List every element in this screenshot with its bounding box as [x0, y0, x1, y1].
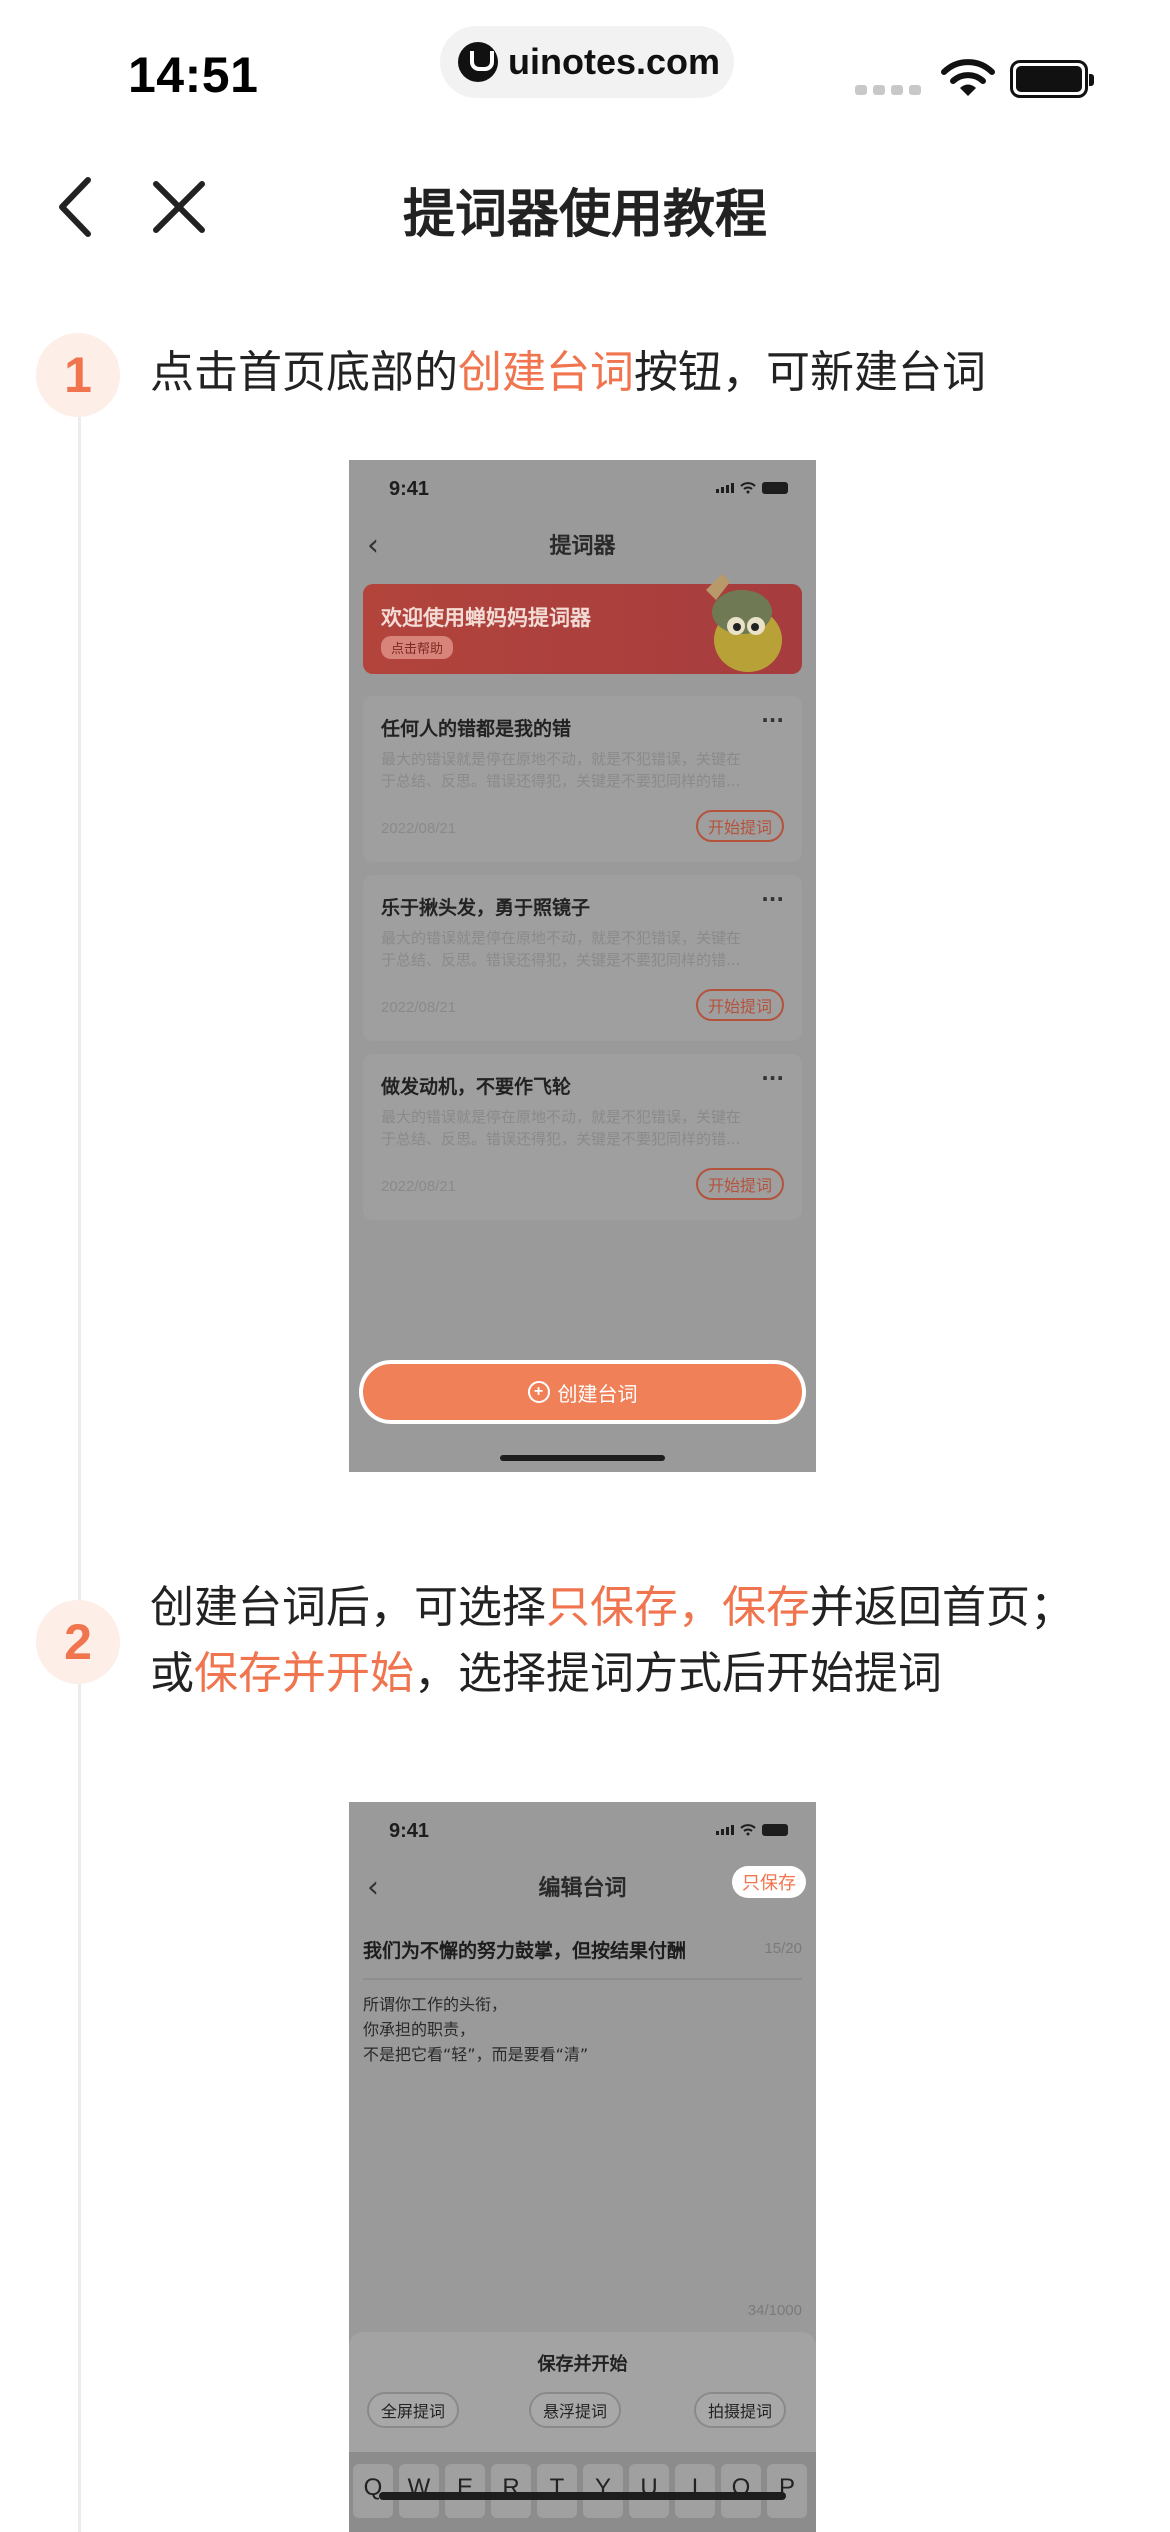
card-date: 2022/08/21	[381, 999, 457, 1016]
more-icon: ···	[761, 887, 784, 911]
step-2-text: 创建台词后，可选择只保存，保存并返回首页； 或保存并开始，选择提词方式后开始提词	[150, 1582, 1074, 1699]
option-fullscreen: 全屏提词	[367, 2392, 460, 2428]
card-desc: 最大的错误就是停在原地不动，就是不犯错误，关键在 于总结、反思。错误还得犯，关键是…	[381, 750, 742, 790]
mock-script-body: 所谓你工作的头衔， 你承担的职责， 不是把它看“轻”，而是要看“清”	[363, 1995, 589, 2064]
card-title: 做发动机，不要作飞轮	[381, 1076, 572, 1098]
option-floating: 悬浮提词	[529, 2392, 622, 2428]
step-1-highlight: 创建台词	[458, 347, 634, 398]
card-desc: 最大的错误就是停在原地不动，就是不犯错误，关键在 于总结、反思。错误还得犯，关键是…	[381, 1108, 742, 1148]
card-start-button: 开始提词	[695, 989, 784, 1021]
card-start-button: 开始提词	[695, 810, 784, 842]
sheet-title: 保存并开始	[537, 2354, 628, 2375]
tutorial-screenshot-editor: 9:41 ‹ 编辑台词 只保存 我们为不懈的努力鼓掌，但按结果付酬 15/20 …	[349, 1802, 816, 2532]
save-and-start-sheet: 保存并开始 全屏提词 悬浮提词 拍摄提词	[349, 2332, 816, 2452]
battery-icon	[1010, 60, 1094, 98]
mock-script-headline: 我们为不懈的努力鼓掌，但按结果付酬	[363, 1940, 687, 1962]
wifi-icon	[941, 59, 995, 96]
headline-counter: 15/20	[764, 1940, 802, 1957]
card-start-button: 开始提词	[695, 1168, 784, 1200]
tutorial-screenshot-home: 9:41 ‹ 提词器 欢迎使用蝉妈妈提词器 点击帮助 任何人的错都是我的错 ··…	[349, 460, 816, 1472]
key: Y	[583, 2464, 623, 2518]
mock-script-card: 做发动机，不要作飞轮 ··· 最大的错误就是停在原地不动，就是不犯错误，关键在于…	[363, 1054, 802, 1220]
key: P	[767, 2464, 807, 2518]
home-indicator	[379, 2492, 786, 2500]
key: I	[675, 2464, 715, 2518]
banner-help-button: 点击帮助	[381, 636, 454, 659]
site-logo-icon	[458, 42, 498, 82]
key: E	[445, 2464, 485, 2518]
welcome-banner: 欢迎使用蝉妈妈提词器 点击帮助	[363, 574, 802, 674]
more-icon: ···	[761, 1066, 784, 1090]
divider	[363, 1978, 802, 1980]
step-number-1: 1	[36, 333, 120, 417]
key: W	[399, 2464, 439, 2518]
card-date: 2022/08/21	[381, 820, 457, 837]
cellular-signal-icon	[855, 85, 921, 95]
key: R	[491, 2464, 531, 2518]
url-pill[interactable]: uinotes.com	[440, 26, 734, 98]
mascot-icon	[706, 574, 782, 672]
url-text: uinotes.com	[508, 41, 721, 82]
mock-create-script-button: + 创建台词	[359, 1360, 806, 1424]
mock-status-time: 9:41	[389, 478, 430, 500]
plus-circle-icon: +	[527, 1381, 550, 1403]
card-title: 乐于揪头发，勇于照镜子	[381, 897, 591, 919]
card-date: 2022/08/21	[381, 1178, 457, 1195]
home-indicator	[500, 1455, 665, 1461]
option-shoot: 拍摄提词	[694, 2392, 787, 2428]
mock-script-card: 乐于揪头发，勇于照镜子 ··· 最大的错误就是停在原地不动，就是不犯错误，关键在…	[363, 875, 802, 1041]
status-time: 14:51	[128, 47, 259, 103]
key: Q	[353, 2464, 393, 2518]
mock-title: 提词器	[549, 534, 616, 559]
mock-status-icons	[716, 482, 788, 494]
mock-status-time: 9:41	[389, 1820, 430, 1842]
card-title: 任何人的错都是我的错	[381, 718, 572, 740]
key: U	[629, 2464, 669, 2518]
key: O	[721, 2464, 761, 2518]
step-number-2: 2	[36, 1600, 120, 1684]
timeline-line	[78, 400, 81, 2532]
step-1-text: 点击首页底部的创建台词按钮，可新建台词	[150, 347, 986, 398]
mock-save-only-button: 只保存	[732, 1866, 806, 1898]
card-desc: 最大的错误就是停在原地不动，就是不犯错误，关键在 于总结、反思。错误还得犯，关键是…	[381, 929, 742, 969]
mock-script-card: 任何人的错都是我的错 ··· 最大的错误就是停在原地不动，就是不犯错误，关键在于…	[363, 696, 802, 862]
page-title: 提词器使用教程	[402, 185, 767, 245]
more-icon: ···	[761, 708, 784, 732]
body-counter: 34/1000	[747, 2302, 802, 2319]
banner-title: 欢迎使用蝉妈妈提词器	[381, 606, 591, 630]
mock-status-icons	[716, 1824, 788, 1836]
key: T	[537, 2464, 577, 2518]
